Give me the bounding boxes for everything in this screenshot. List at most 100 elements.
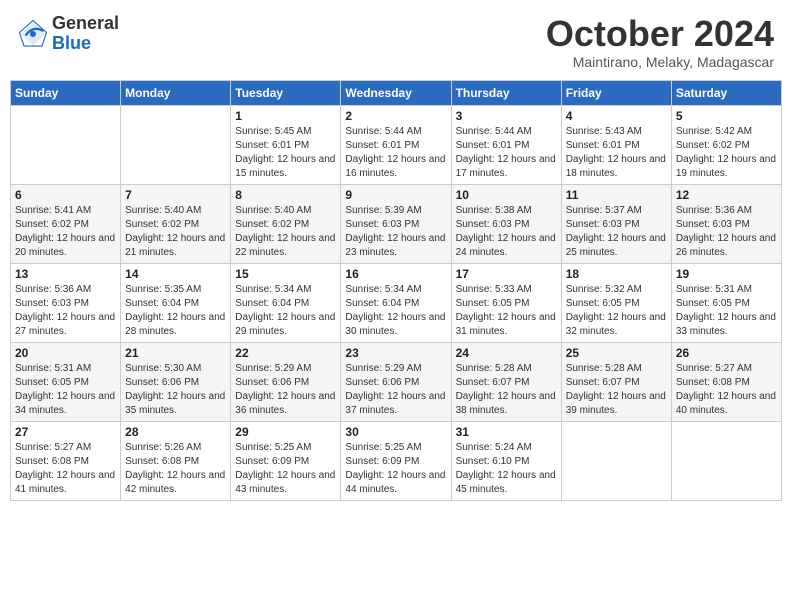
day-number: 2	[345, 109, 446, 123]
calendar-day-cell: 20 Sunrise: 5:31 AMSunset: 6:05 PMDayligh…	[11, 342, 121, 421]
calendar-day-cell: 1 Sunrise: 5:45 AMSunset: 6:01 PMDaylight…	[231, 105, 341, 184]
calendar-week-row: 6Sunrise: 5:41 AMSunset: 6:02 PMDaylight…	[11, 184, 782, 263]
day-info: Sunrise: 5:41 AMSunset: 6:02 PMDaylight:…	[15, 204, 116, 260]
calendar-day-cell: 2 Sunrise: 5:44 AMSunset: 6:01 PMDaylight…	[341, 105, 451, 184]
calendar-day-cell: 18Sunrise: 5:32 AMSunset: 6:05 PMDayligh…	[561, 263, 671, 342]
day-info: Sunrise: 5:31 AMSunset: 6:05 PMDaylight:…	[676, 283, 777, 339]
title-block: October 2024 Maintirano, Melaky, Madagas…	[546, 14, 774, 70]
day-info: Sunrise: 5:43 AMSunset: 6:01 PMDaylight:…	[566, 125, 667, 181]
day-of-week-header: Saturday	[671, 80, 781, 105]
day-number: 20	[15, 346, 116, 360]
page-header: General Blue October 2024 Maintirano, Me…	[10, 10, 782, 74]
calendar-day-cell: 19 Sunrise: 5:31 AMSunset: 6:05 PMDayligh…	[671, 263, 781, 342]
day-number: 8	[235, 188, 336, 202]
day-info: Sunrise: 5:39 AMSunset: 6:03 PMDaylight:…	[345, 204, 446, 260]
calendar-day-cell: 22 Sunrise: 5:29 AMSunset: 6:06 PMDayligh…	[231, 342, 341, 421]
day-number: 23	[345, 346, 446, 360]
day-info: Sunrise: 5:28 AMSunset: 6:07 PMDaylight:…	[566, 362, 667, 418]
day-number: 31	[456, 425, 557, 439]
calendar-day-cell: 13 Sunrise: 5:36 AMSunset: 6:03 PMDayligh…	[11, 263, 121, 342]
calendar-day-cell: 8 Sunrise: 5:40 AMSunset: 6:02 PMDaylight…	[231, 184, 341, 263]
calendar-day-cell: 25 Sunrise: 5:28 AMSunset: 6:07 PMDayligh…	[561, 342, 671, 421]
calendar-day-cell: 9Sunrise: 5:39 AMSunset: 6:03 PMDaylight…	[341, 184, 451, 263]
calendar-day-cell: 3Sunrise: 5:44 AMSunset: 6:01 PMDaylight…	[451, 105, 561, 184]
day-info: Sunrise: 5:28 AMSunset: 6:07 PMDaylight:…	[456, 362, 557, 418]
day-number: 30	[345, 425, 446, 439]
day-info: Sunrise: 5:36 AMSunset: 6:03 PMDaylight:…	[15, 283, 116, 339]
day-number: 11	[566, 188, 667, 202]
day-info: Sunrise: 5:40 AMSunset: 6:02 PMDaylight:…	[125, 204, 226, 260]
day-info: Sunrise: 5:37 AMSunset: 6:03 PMDaylight:…	[566, 204, 667, 260]
day-number: 16	[345, 267, 446, 281]
day-number: 13	[15, 267, 116, 281]
calendar-day-cell: 30Sunrise: 5:25 AMSunset: 6:09 PMDayligh…	[341, 421, 451, 500]
calendar-day-cell: 7 Sunrise: 5:40 AMSunset: 6:02 PMDaylight…	[121, 184, 231, 263]
day-info: Sunrise: 5:36 AMSunset: 6:03 PMDaylight:…	[676, 204, 777, 260]
calendar-table: SundayMondayTuesdayWednesdayThursdayFrid…	[10, 80, 782, 501]
day-number: 24	[456, 346, 557, 360]
day-number: 19	[676, 267, 777, 281]
calendar-day-cell: 31 Sunrise: 5:24 AMSunset: 6:10 PMDayligh…	[451, 421, 561, 500]
calendar-day-cell: 16Sunrise: 5:34 AMSunset: 6:04 PMDayligh…	[341, 263, 451, 342]
day-number: 25	[566, 346, 667, 360]
calendar-day-cell: 24 Sunrise: 5:28 AMSunset: 6:07 PMDayligh…	[451, 342, 561, 421]
location: Maintirano, Melaky, Madagascar	[546, 54, 774, 70]
day-info: Sunrise: 5:25 AMSunset: 6:09 PMDaylight:…	[235, 441, 336, 497]
calendar-day-cell: 5 Sunrise: 5:42 AMSunset: 6:02 PMDaylight…	[671, 105, 781, 184]
calendar-day-cell: 4Sunrise: 5:43 AMSunset: 6:01 PMDaylight…	[561, 105, 671, 184]
day-number: 14	[125, 267, 226, 281]
calendar-day-cell: 11 Sunrise: 5:37 AMSunset: 6:03 PMDayligh…	[561, 184, 671, 263]
day-info: Sunrise: 5:24 AMSunset: 6:10 PMDaylight:…	[456, 441, 557, 497]
day-info: Sunrise: 5:35 AMSunset: 6:04 PMDaylight:…	[125, 283, 226, 339]
day-number: 3	[456, 109, 557, 123]
day-of-week-header: Tuesday	[231, 80, 341, 105]
calendar-day-cell: 12 Sunrise: 5:36 AMSunset: 6:03 PMDayligh…	[671, 184, 781, 263]
day-of-week-header: Friday	[561, 80, 671, 105]
calendar-day-cell: 10Sunrise: 5:38 AMSunset: 6:03 PMDayligh…	[451, 184, 561, 263]
day-of-week-header: Thursday	[451, 80, 561, 105]
day-number: 28	[125, 425, 226, 439]
day-info: Sunrise: 5:34 AMSunset: 6:04 PMDaylight:…	[235, 283, 336, 339]
day-info: Sunrise: 5:40 AMSunset: 6:02 PMDaylight:…	[235, 204, 336, 260]
day-of-week-header: Wednesday	[341, 80, 451, 105]
calendar-week-row: 27 Sunrise: 5:27 AMSunset: 6:08 PMDayligh…	[11, 421, 782, 500]
day-number: 10	[456, 188, 557, 202]
day-number: 17	[456, 267, 557, 281]
day-info: Sunrise: 5:27 AMSunset: 6:08 PMDaylight:…	[15, 441, 116, 497]
logo: General Blue	[18, 14, 119, 54]
calendar-day-cell	[121, 105, 231, 184]
day-info: Sunrise: 5:44 AMSunset: 6:01 PMDaylight:…	[345, 125, 446, 181]
calendar-day-cell: 6Sunrise: 5:41 AMSunset: 6:02 PMDaylight…	[11, 184, 121, 263]
day-of-week-header: Sunday	[11, 80, 121, 105]
day-info: Sunrise: 5:33 AMSunset: 6:05 PMDaylight:…	[456, 283, 557, 339]
calendar-day-cell: 14 Sunrise: 5:35 AMSunset: 6:04 PMDayligh…	[121, 263, 231, 342]
day-number: 5	[676, 109, 777, 123]
calendar-week-row: 13 Sunrise: 5:36 AMSunset: 6:03 PMDayligh…	[11, 263, 782, 342]
day-number: 18	[566, 267, 667, 281]
calendar-day-cell: 26Sunrise: 5:27 AMSunset: 6:08 PMDayligh…	[671, 342, 781, 421]
day-number: 22	[235, 346, 336, 360]
day-number: 27	[15, 425, 116, 439]
calendar-day-cell	[11, 105, 121, 184]
day-number: 29	[235, 425, 336, 439]
day-info: Sunrise: 5:45 AMSunset: 6:01 PMDaylight:…	[235, 125, 336, 181]
calendar-week-row: 1 Sunrise: 5:45 AMSunset: 6:01 PMDaylight…	[11, 105, 782, 184]
calendar-day-cell: 27 Sunrise: 5:27 AMSunset: 6:08 PMDayligh…	[11, 421, 121, 500]
day-info: Sunrise: 5:26 AMSunset: 6:08 PMDaylight:…	[125, 441, 226, 497]
day-number: 26	[676, 346, 777, 360]
day-info: Sunrise: 5:31 AMSunset: 6:05 PMDaylight:…	[15, 362, 116, 418]
month-title: October 2024	[546, 14, 774, 54]
day-of-week-header: Monday	[121, 80, 231, 105]
calendar-day-cell	[671, 421, 781, 500]
calendar-day-cell: 23 Sunrise: 5:29 AMSunset: 6:06 PMDayligh…	[341, 342, 451, 421]
day-info: Sunrise: 5:29 AMSunset: 6:06 PMDaylight:…	[345, 362, 446, 418]
day-number: 12	[676, 188, 777, 202]
day-number: 1	[235, 109, 336, 123]
day-info: Sunrise: 5:42 AMSunset: 6:02 PMDaylight:…	[676, 125, 777, 181]
calendar-day-cell: 28 Sunrise: 5:26 AMSunset: 6:08 PMDayligh…	[121, 421, 231, 500]
calendar-day-cell: 21Sunrise: 5:30 AMSunset: 6:06 PMDayligh…	[121, 342, 231, 421]
day-number: 7	[125, 188, 226, 202]
logo-icon	[18, 19, 48, 49]
day-info: Sunrise: 5:29 AMSunset: 6:06 PMDaylight:…	[235, 362, 336, 418]
calendar-day-cell: 15Sunrise: 5:34 AMSunset: 6:04 PMDayligh…	[231, 263, 341, 342]
